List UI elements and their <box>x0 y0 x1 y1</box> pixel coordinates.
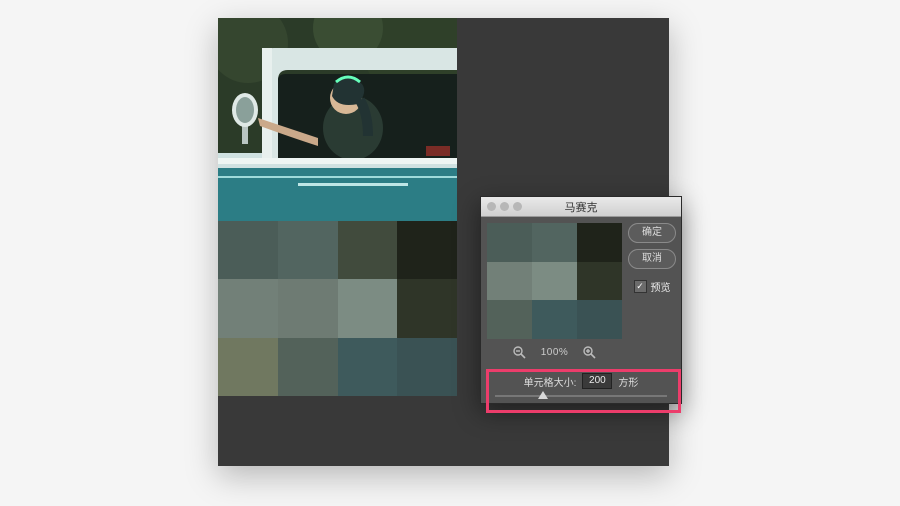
zoom-level: 100% <box>541 347 569 358</box>
dialog-side-column: 确定 取消 ✓ 预览 <box>629 223 675 294</box>
mosaic-cell <box>218 338 278 396</box>
ok-button[interactable]: 确定 <box>628 223 676 243</box>
zoom-in-icon[interactable] <box>582 345 596 359</box>
mosaic-cell <box>278 221 338 279</box>
window-controls[interactable] <box>487 202 522 211</box>
mosaic-cell <box>487 262 532 301</box>
mosaic-cell <box>532 262 577 301</box>
zoom-out-icon[interactable] <box>513 345 527 359</box>
mosaic-cell <box>577 223 622 262</box>
window-max-dot[interactable] <box>513 202 522 211</box>
mosaic-result <box>218 221 457 396</box>
mosaic-cell <box>397 338 457 396</box>
preview-toggle-row[interactable]: ✓ 预览 <box>634 279 671 294</box>
cell-size-row: 单元格大小: 200 方形 <box>487 373 675 389</box>
mosaic-cell <box>397 221 457 279</box>
dialog-body: 确定 取消 ✓ 预览 100% 单元格大小: 200 方形 <box>481 217 681 403</box>
slider-thumb[interactable] <box>538 391 548 399</box>
cell-size-label: 单元格大小: <box>524 374 577 389</box>
mosaic-cell <box>218 221 278 279</box>
preview-label: 预览 <box>651 279 671 294</box>
window-close-dot[interactable] <box>487 202 496 211</box>
source-photo <box>218 18 457 221</box>
cell-size-slider[interactable] <box>487 395 675 397</box>
mosaic-cell <box>338 338 398 396</box>
mosaic-cell <box>278 338 338 396</box>
mosaic-cell <box>218 279 278 337</box>
mosaic-cell <box>532 300 577 339</box>
preview-checkbox[interactable]: ✓ <box>634 280 647 293</box>
mosaic-cell <box>397 279 457 337</box>
stage: 马赛克 确定 取消 ✓ 预览 100% <box>0 0 900 506</box>
mosaic-cell <box>577 262 622 301</box>
zoom-controls: 100% <box>487 345 622 359</box>
cell-size-input[interactable]: 200 <box>582 373 612 389</box>
cell-shape-label: 方形 <box>618 374 638 389</box>
mosaic-cell <box>487 223 532 262</box>
mosaic-cell <box>532 223 577 262</box>
mosaic-dialog: 马赛克 确定 取消 ✓ 预览 100% <box>480 196 682 404</box>
dialog-titlebar[interactable]: 马赛克 <box>481 197 681 217</box>
mosaic-cell <box>278 279 338 337</box>
mosaic-cell <box>338 279 398 337</box>
mosaic-cell <box>487 300 532 339</box>
slider-track[interactable] <box>495 395 667 397</box>
preview-thumbnail[interactable] <box>487 223 622 339</box>
window-min-dot[interactable] <box>500 202 509 211</box>
cancel-button[interactable]: 取消 <box>628 249 676 269</box>
mosaic-cell <box>577 300 622 339</box>
mosaic-cell <box>338 221 398 279</box>
